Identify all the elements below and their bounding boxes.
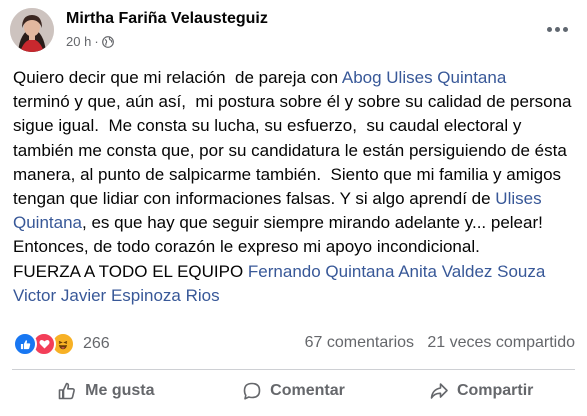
shares-count[interactable]: 21 veces compartido: [427, 334, 575, 351]
post-meta: 20 h ·: [66, 34, 114, 49]
text-segment: Quiero decir que mi relación de pareja c…: [13, 68, 342, 87]
like-icon: [13, 332, 37, 356]
share-button[interactable]: Compartir: [387, 370, 575, 412]
dot-icon: [562, 26, 568, 32]
comment-label: Comentar: [270, 382, 345, 399]
share-icon: [430, 383, 448, 399]
engagement-counts: 67 comentarios 21 veces compartido: [305, 334, 575, 352]
tag-link[interactable]: Victor Javier Espinoza Rios: [13, 286, 220, 305]
text-segment: terminó y que, aún así, mi postura sobre…: [13, 92, 572, 209]
reactions-summary[interactable]: 266: [13, 332, 110, 356]
comment-icon: [243, 382, 261, 400]
like-label: Me gusta: [85, 382, 155, 399]
thumb-glyph: [20, 339, 30, 349]
reaction-count: 266: [83, 335, 110, 352]
dot-icon: [554, 26, 560, 32]
tag-link[interactable]: Fernando Quintana: [248, 262, 395, 281]
avatar-photo: [10, 8, 54, 52]
author-name[interactable]: Mirtha Fariña Velausteguiz: [66, 10, 268, 28]
globe-icon: [101, 35, 114, 48]
meta-separator: ·: [94, 34, 99, 49]
dot-icon: [546, 26, 552, 32]
like-button[interactable]: Me gusta: [12, 370, 200, 412]
laugh-glyph: [58, 340, 68, 350]
tag-link[interactable]: Abog Ulises Quintana: [342, 68, 506, 87]
post-text: Quiero decir que mi relación de pareja c…: [13, 66, 575, 308]
thumb-up-icon: [58, 382, 76, 400]
post-stats: 266 67 comentarios 21 veces compartido: [0, 328, 587, 362]
tag-link[interactable]: Anita Valdez Souza: [398, 262, 545, 281]
comment-button[interactable]: Comentar: [200, 370, 388, 412]
heart-glyph: [38, 339, 50, 349]
action-bar: Me gusta Comentar Compartir: [12, 369, 575, 412]
post-time[interactable]: 20 h: [66, 34, 91, 49]
more-options-button[interactable]: [542, 20, 572, 38]
share-label: Compartir: [456, 382, 534, 399]
author-avatar[interactable]: [10, 8, 54, 52]
comments-count[interactable]: 67 comentarios: [305, 334, 414, 351]
post-header: Mirtha Fariña Velausteguiz 20 h ·: [0, 0, 587, 60]
